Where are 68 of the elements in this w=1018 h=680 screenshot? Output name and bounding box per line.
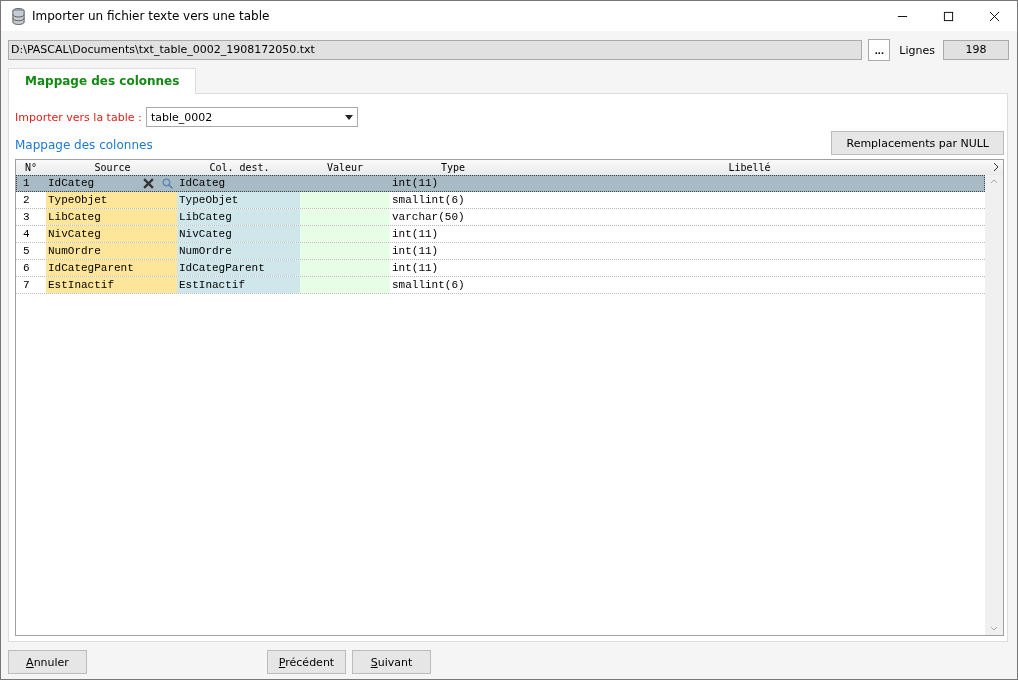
tab[interactable]: Mappage des colonnes [8, 68, 197, 94]
row-number-cell-text: 3 [22, 210, 31, 225]
column-header: Col. dest. [208, 162, 271, 173]
lines-count-field: 198 [943, 40, 1009, 60]
target-table-label: Importer vers la table : [15, 110, 143, 124]
source-cell[interactable]: EstInactif [46, 277, 177, 293]
destination-cell[interactable]: NumOrdre [177, 243, 300, 259]
window-title: Importer un fichier texte vers une table [32, 9, 271, 23]
row-number-cell-text: 7 [22, 278, 31, 293]
destination-cell[interactable]: EstInactif [177, 277, 300, 293]
value-cell[interactable] [300, 209, 390, 225]
source-cell[interactable]: IdCateg [46, 175, 177, 191]
table-row[interactable]: 2 TypeObjet TypeObjet smallint(6) [16, 192, 985, 209]
cancel-button[interactable]: Annuler [8, 650, 87, 674]
row-number-cell-text: 6 [22, 261, 31, 276]
clear-icon[interactable] [143, 177, 154, 189]
row-number-cell-text: 5 [22, 244, 31, 259]
destination-cell[interactable]: NivCateg [177, 226, 300, 242]
value-cell[interactable] [300, 277, 390, 293]
source-cell[interactable]: NumOrdre [46, 243, 177, 259]
file-path-field[interactable]: D:\PASCAL\Documents\txt_table_0002_1908172050.txt [8, 40, 863, 60]
browse-button[interactable]: ... [868, 39, 891, 61]
destination-cell[interactable]: LibCateg [177, 209, 300, 225]
type-cell-text: int(11) [391, 176, 440, 191]
column-header: Valeur [325, 162, 365, 173]
source-cell[interactable]: IdCategParent [46, 260, 177, 276]
table-row[interactable]: 7 EstInactif EstInactif smallint(6) [16, 277, 985, 294]
row-number-cell-text: 2 [22, 193, 31, 208]
next-button[interactable]: Suivant [352, 650, 431, 674]
destination-cell[interactable]: IdCategParent [177, 260, 300, 276]
search-icon[interactable] [162, 177, 173, 189]
source-cell[interactable]: NivCateg [46, 226, 177, 242]
table-row[interactable]: 6 IdCategParent IdCategParent int(11) [16, 260, 985, 277]
column-header: N° [23, 162, 38, 173]
source-cell[interactable]: TypeObjet [46, 192, 177, 208]
row-number-cell-text: 4 [22, 227, 31, 242]
source-cell[interactable]: LibCateg [46, 209, 177, 225]
table-row[interactable]: 3 LibCateg LibCateg varchar(50) [16, 209, 985, 226]
dropdown-arrow-icon [345, 114, 353, 120]
column-header: Libellé [727, 162, 772, 173]
lines-label: Lignes [899, 43, 935, 57]
destination-cell[interactable]: IdCateg [177, 175, 300, 191]
scroll-down-icon[interactable] [990, 626, 998, 631]
value-cell[interactable] [300, 243, 390, 259]
value-cell[interactable] [300, 226, 390, 242]
destination-cell[interactable]: TypeObjet [177, 192, 300, 208]
value-cell[interactable] [300, 192, 390, 208]
previous-button[interactable]: Précédent [267, 650, 346, 674]
scroll-up-icon[interactable] [990, 179, 998, 184]
table-row[interactable]: 1 IdCateg IdCateg int(11) [16, 175, 985, 192]
table-row[interactable]: 5 NumOrdre NumOrdre int(11) [16, 243, 985, 260]
column-header: Type [439, 162, 467, 173]
row-number-cell-text: 1 [22, 176, 31, 191]
chevron-right-icon[interactable] [993, 162, 999, 172]
column-header: Source [93, 162, 132, 173]
type-cell-text: smallint(6) [391, 278, 466, 293]
type-cell-text: int(11) [391, 261, 440, 276]
section-title: Mappage des colonnes [15, 138, 153, 152]
table-dropdown[interactable]: table_0002 [146, 107, 358, 127]
type-cell-text: smallint(6) [391, 193, 466, 208]
type-cell-text: varchar(50) [391, 210, 466, 225]
value-cell[interactable] [300, 260, 390, 276]
type-cell-text: int(11) [391, 244, 440, 259]
database-icon [11, 7, 26, 25]
type-cell-text: int(11) [391, 227, 440, 242]
vertical-scrollbar[interactable] [985, 175, 1003, 635]
null-replacements-button[interactable]: Remplacements par NULL [831, 131, 1004, 155]
table-row[interactable]: 4 NivCateg NivCateg int(11) [16, 226, 985, 243]
